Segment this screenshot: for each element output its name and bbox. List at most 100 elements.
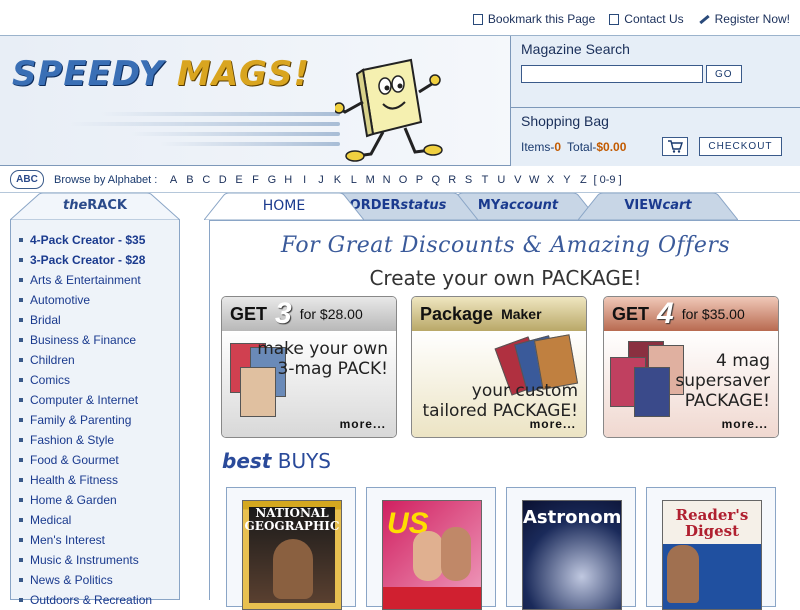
rack-item[interactable]: Business & Finance: [11, 330, 179, 350]
promo-headline: For Great Discounts & Amazing Offers: [280, 233, 731, 258]
card-line2: supersaver PACKAGE!: [675, 371, 770, 411]
rack-item[interactable]: Bridal: [11, 310, 179, 330]
rack-item[interactable]: 4-Pack Creator - $35: [11, 230, 179, 250]
rack-item[interactable]: Health & Fitness: [11, 470, 179, 490]
letter-link[interactable]: F: [247, 174, 263, 186]
letter-link[interactable]: O: [395, 174, 411, 186]
letter-link[interactable]: A: [165, 174, 181, 186]
bullet-icon: [19, 338, 23, 342]
total-value: $0.00: [596, 139, 627, 154]
register-label: Register Now!: [714, 12, 790, 26]
bullet-icon: [19, 518, 23, 522]
letter-link[interactable]: J: [313, 174, 329, 186]
best-buy-item[interactable]: NATIONAL GEOGRAPHIC: [226, 487, 356, 610]
bookmark-icon: [472, 13, 483, 25]
letter-link[interactable]: K: [329, 174, 345, 186]
rack-item-label: Outdoors & Recreation: [30, 593, 153, 607]
letter-link[interactable]: Y: [559, 174, 575, 186]
letter-range-0-9[interactable]: [ 0-9 ]: [594, 174, 622, 186]
search-input[interactable]: [521, 65, 703, 83]
tab-home-label: HOME: [262, 198, 306, 214]
card-more-link[interactable]: more...: [340, 417, 386, 431]
letter-link[interactable]: Q: [428, 174, 444, 186]
letter-link[interactable]: V: [510, 174, 526, 186]
register-link[interactable]: Register Now!: [698, 12, 790, 26]
rack-item[interactable]: Music & Instruments: [11, 550, 179, 570]
letter-link[interactable]: R: [444, 174, 460, 186]
bullet-icon: [19, 418, 23, 422]
top-utility-bar: Bookmark this Page Contact Us Register N…: [0, 0, 800, 36]
promo-card-package-maker[interactable]: Package Maker your custom tailored PACKAG…: [411, 296, 587, 438]
letter-link[interactable]: E: [231, 174, 247, 186]
letter-link[interactable]: M: [362, 174, 378, 186]
top-links: Bookmark this Page Contact Us Register N…: [472, 12, 790, 26]
rack-item[interactable]: Food & Gourmet: [11, 450, 179, 470]
go-button[interactable]: GO: [706, 65, 742, 83]
bullet-icon: [19, 378, 23, 382]
promo-card-3-pack[interactable]: GET 3 for $28.00 make your own 3-mag PACK…: [221, 296, 397, 438]
pen-icon: [698, 13, 710, 25]
bookmark-label: Bookmark this Page: [487, 12, 596, 26]
bullet-icon: [19, 558, 23, 562]
letter-link[interactable]: N: [378, 174, 394, 186]
total-label: Total-: [567, 139, 597, 154]
letter-link[interactable]: C: [198, 174, 214, 186]
card-more-link[interactable]: more...: [722, 417, 768, 431]
rack-item-label: Comics: [30, 373, 71, 387]
letter-link[interactable]: P: [411, 174, 427, 186]
letter-link[interactable]: U: [493, 174, 509, 186]
rack-item[interactable]: Outdoors & Recreation: [11, 590, 179, 610]
bookmark-link[interactable]: Bookmark this Page: [472, 12, 596, 26]
rack-item[interactable]: Fashion & Style: [11, 430, 179, 450]
rack-item[interactable]: 3-Pack Creator - $28: [11, 250, 179, 270]
card-more-link[interactable]: more...: [530, 417, 576, 431]
letter-link[interactable]: G: [264, 174, 280, 186]
rack-item[interactable]: Family & Parenting: [11, 410, 179, 430]
rack-item[interactable]: Arts & Entertainment: [11, 270, 179, 290]
letter-link[interactable]: W: [526, 174, 542, 186]
letter-link[interactable]: B: [182, 174, 198, 186]
magazine-cover-image: Reader's Digest: [662, 500, 762, 610]
best-buy-item[interactable]: Astronomy: [506, 487, 636, 610]
card-get-label: GET: [612, 303, 650, 324]
rack-item[interactable]: Children: [11, 350, 179, 370]
sidebar-rack: theRACK 4-Pack Creator - $35 3-Pack Creat…: [10, 193, 180, 607]
checkout-button[interactable]: CHECKOUT: [699, 137, 782, 156]
rack-list: 4-Pack Creator - $35 3-Pack Creator - $28…: [10, 220, 180, 607]
rack-item[interactable]: Comics: [11, 370, 179, 390]
rack-item[interactable]: Automotive: [11, 290, 179, 310]
letter-link[interactable]: L: [346, 174, 362, 186]
best-buy-item[interactable]: US: [366, 487, 496, 610]
rack-item[interactable]: Home & Garden: [11, 490, 179, 510]
contact-link[interactable]: Contact Us: [609, 12, 684, 26]
bullet-icon: [19, 578, 23, 582]
letter-link[interactable]: I: [296, 174, 312, 186]
rack-item-label: Health & Fitness: [30, 473, 119, 487]
cart-button[interactable]: [662, 137, 689, 156]
letter-link[interactable]: T: [477, 174, 493, 186]
tab-order-status-suffix: status: [400, 198, 447, 213]
promo-card-4-pack[interactable]: GET 4 for $35.00 4 mag supersaver PACKAGE…: [603, 296, 779, 438]
magazine-title: NATIONAL GEOGRAPHIC: [244, 506, 340, 533]
tab-view-cart-suffix: cart: [662, 198, 692, 213]
rack-item[interactable]: News & Politics: [11, 570, 179, 590]
letter-link[interactable]: S: [460, 174, 476, 186]
main-tabs: MYaccount VIEWcart ORDERstatus HOME: [200, 193, 800, 220]
rack-item[interactable]: Medical: [11, 510, 179, 530]
letter-link[interactable]: Z: [575, 174, 591, 186]
letter-link[interactable]: D: [215, 174, 231, 186]
rack-item-label: Men's Interest: [30, 533, 105, 547]
letter-link[interactable]: H: [280, 174, 296, 186]
letter-link[interactable]: X: [542, 174, 558, 186]
bullet-icon: [19, 358, 23, 362]
site-logo[interactable]: SPEEDY MAGS!: [12, 54, 310, 94]
tab-home[interactable]: HOME: [204, 193, 364, 220]
rack-item[interactable]: Men's Interest: [11, 530, 179, 550]
card-get-label: GET: [230, 303, 268, 324]
main-content: For Great Discounts & Amazing Offers Cre…: [209, 220, 800, 610]
speed-lines-decoration: [40, 106, 340, 166]
rack-item[interactable]: Computer & Internet: [11, 390, 179, 410]
tab-view-cart[interactable]: VIEWcart: [578, 193, 738, 220]
best-buy-item[interactable]: Reader's Digest: [646, 487, 776, 610]
card-line1: make your own: [257, 339, 388, 359]
